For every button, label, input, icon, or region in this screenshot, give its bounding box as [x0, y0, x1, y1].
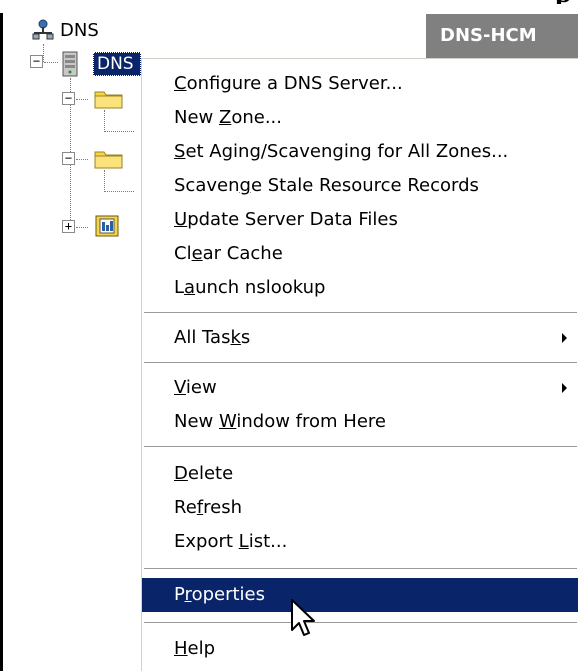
menu-item-view[interactable]: View [142, 371, 578, 405]
menu-separator [144, 622, 577, 624]
tree-connector [76, 99, 88, 100]
menu-label-part: Export [174, 531, 239, 552]
tree-connector [76, 159, 88, 160]
tree-connector [104, 131, 134, 132]
menu-item-new-window-from-here[interactable]: New Window from Here [142, 405, 578, 439]
menu-separator [144, 568, 577, 570]
tree-connector [44, 62, 58, 63]
menu-item-refresh[interactable]: Refresh [142, 491, 578, 525]
menu-label-part: pdate Server Data Files [187, 209, 398, 230]
tree-connector [104, 191, 134, 192]
menu-label-part: All Tas [174, 327, 231, 348]
tree-connector [104, 110, 105, 132]
menu-label-part: elete [187, 463, 234, 484]
menu-accelerator: k [230, 327, 241, 348]
mouse-pointer-icon [290, 598, 320, 644]
folder-icon[interactable] [94, 148, 124, 174]
menu-label-part: elp [187, 638, 216, 659]
tree-root-label[interactable]: DNS [60, 20, 99, 41]
menu-accelerator: Z [218, 107, 232, 128]
menu-item-set-aging-scavenging[interactable]: Set Aging/Scavenging for All Zones... [142, 135, 578, 169]
menu-label-part: indow from Here [236, 411, 386, 432]
menu-label-part: unch nslookup [195, 277, 326, 298]
menu-item-all-tasks[interactable]: All Tasks [142, 321, 578, 355]
menu-separator [144, 362, 577, 364]
menu-label-part: iew [185, 377, 217, 398]
menu-item-update-server-data-files[interactable]: Update Server Data Files [142, 203, 578, 237]
menu-label-part: resh [203, 497, 242, 518]
context-menu: Configure a DNS Server... New Zone... Se… [141, 58, 578, 671]
menu-accelerator: D [174, 463, 188, 484]
menu-label-part: one... [231, 107, 282, 128]
menu-label-part: e Stale Resource Records [250, 175, 479, 196]
menu-label-part: operties [191, 584, 265, 605]
expand-icon[interactable]: + [62, 220, 75, 233]
collapse-icon[interactable]: − [62, 152, 75, 165]
menu-label-part: New [174, 411, 219, 432]
server-node-label: DNS [97, 54, 134, 74]
menu-item-configure-dns-server[interactable]: Configure a DNS Server... [142, 67, 578, 101]
menu-item-scavenge-stale-records[interactable]: Scavenge Stale Resource Records [142, 169, 578, 203]
menu-accelerator: L [238, 531, 249, 552]
menu-label-part: onfigure a DNS Server... [186, 73, 403, 94]
submenu-arrow-icon [559, 371, 571, 405]
menu-item-export-list[interactable]: Export List... [142, 525, 578, 559]
tree-server-node[interactable]: DNS [93, 52, 141, 76]
submenu-arrow-icon [559, 321, 571, 355]
menu-accelerator: a [184, 277, 196, 298]
menu-accelerator: U [174, 209, 188, 230]
menu-accelerator: r [184, 584, 192, 605]
menu-accelerator: H [174, 638, 188, 659]
menu-item-properties[interactable]: Properties [142, 578, 578, 612]
event-log-icon[interactable] [94, 214, 122, 244]
menu-label-part: Re [174, 497, 197, 518]
menu-item-new-zone[interactable]: New Zone... [142, 101, 578, 135]
menu-separator [144, 312, 577, 314]
menu-label-part: et Aging/Scavenging for All Zones... [185, 141, 509, 162]
menu-label-part: L [174, 277, 185, 298]
menu-label-part: s [240, 327, 251, 348]
menu-accelerator: g [239, 175, 251, 196]
menu-separator [144, 446, 577, 448]
tree-connector [43, 44, 44, 62]
menu-label-part: ist... [248, 531, 288, 552]
menu-accelerator: W [218, 411, 237, 432]
tree-connector [104, 170, 105, 192]
collapse-icon[interactable]: − [62, 92, 75, 105]
menu-item-clear-cache[interactable]: Clear Cache [142, 237, 578, 271]
menu-item-help[interactable]: Help [142, 632, 578, 666]
folder-icon[interactable] [94, 88, 124, 114]
menu-label-part: ar Cache [202, 243, 283, 264]
menu-accelerator: S [174, 141, 186, 162]
menu-item-delete[interactable]: Delete [142, 457, 578, 491]
collapse-icon[interactable]: − [30, 55, 43, 68]
menu-label-part: P [174, 584, 185, 605]
menu-accelerator: e [191, 243, 203, 264]
tree-connector [76, 227, 88, 228]
menu-label-part: Scaven [174, 175, 240, 196]
menu-item-launch-nslookup[interactable]: Launch nslookup [142, 271, 578, 305]
menu-accelerator: C [174, 73, 187, 94]
menu-label-part: Cl [174, 243, 192, 264]
menu-accelerator: V [174, 377, 186, 398]
menu-label-part: New [174, 107, 219, 128]
